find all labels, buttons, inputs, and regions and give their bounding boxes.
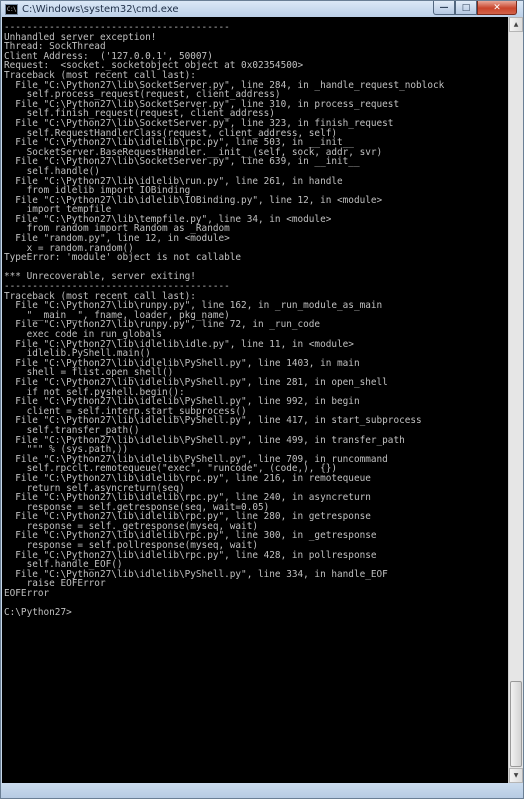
minimize-icon: — — [439, 2, 449, 13]
scroll-down-icon: ▼ — [513, 772, 519, 779]
maximize-icon: □ — [461, 2, 471, 13]
close-icon: ✕ — [493, 2, 501, 13]
scroll-down-button[interactable]: ▼ — [509, 768, 523, 783]
title-bar[interactable]: C:\ C:\Windows\system32\cmd.exe — □ ✕ — [1, 1, 523, 17]
maximize-button[interactable]: □ — [455, 1, 477, 15]
scroll-up-button[interactable]: ▲ — [509, 17, 523, 32]
console-output: ----------------------------------------… — [2, 17, 508, 618]
console-line: EOFError — [4, 588, 50, 600]
console-line: C:\Python27> — [4, 607, 72, 619]
window-bottom-frame — [1, 783, 523, 798]
cmd-window: C:\ C:\Windows\system32\cmd.exe — □ ✕ --… — [0, 0, 524, 799]
minimize-button[interactable]: — — [433, 1, 455, 15]
cmd-app-icon[interactable]: C:\ — [5, 3, 18, 15]
vertical-scrollbar[interactable]: ▲ ▼ — [508, 17, 523, 783]
window-title: C:\Windows\system32\cmd.exe — [22, 3, 179, 15]
console-line: TypeError: 'module' object is not callab… — [4, 252, 242, 264]
console-area[interactable]: ----------------------------------------… — [2, 17, 508, 783]
caption-buttons: — □ ✕ — [433, 1, 517, 15]
scroll-up-icon: ▲ — [513, 21, 519, 28]
close-button[interactable]: ✕ — [477, 1, 517, 15]
scroll-thumb[interactable] — [510, 681, 522, 767]
